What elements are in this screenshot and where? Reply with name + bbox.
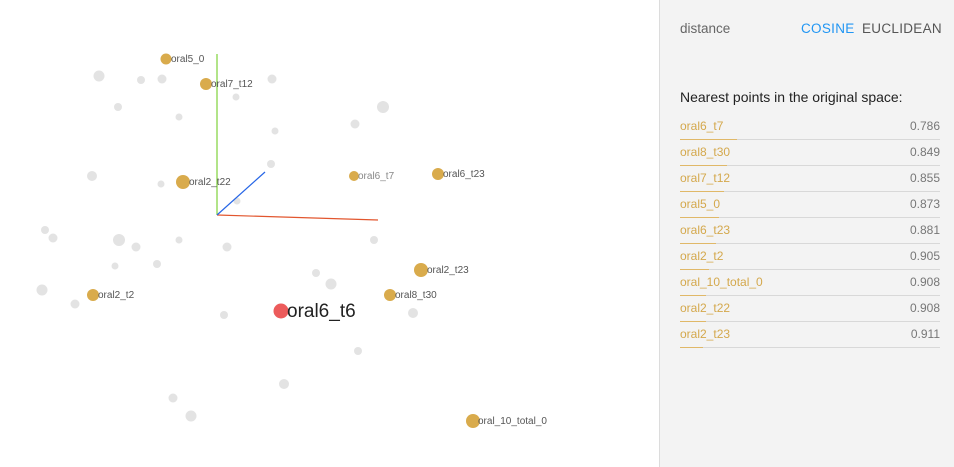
selected-point-label: oral6_t6 — [287, 301, 356, 322]
data-point[interactable] — [408, 308, 418, 318]
neighbor-name[interactable]: oral2_t2 — [680, 249, 723, 263]
data-point[interactable] — [377, 101, 389, 113]
data-point[interactable] — [48, 233, 58, 243]
point-label: oral2_t23 — [427, 265, 469, 276]
neighbor-point[interactable]: oral2_t23 — [414, 263, 469, 277]
data-point[interactable] — [131, 242, 141, 252]
data-point[interactable] — [354, 347, 362, 355]
data-point[interactable] — [114, 103, 122, 111]
neighbor-row[interactable]: oral_10_total_0 0.908 — [680, 270, 940, 296]
neighbor-name[interactable]: oral5_0 — [680, 197, 720, 211]
neighbor-row[interactable]: oral7_t12 0.855 — [680, 166, 940, 192]
distance-metric-selector: distance COSINE EUCLIDEAN — [680, 21, 942, 39]
nearest-points-title: Nearest points in the original space: — [680, 89, 903, 105]
neighbor-point[interactable]: oral6_t7 — [349, 171, 395, 182]
data-point[interactable] — [267, 160, 275, 168]
neighbor-distance: 0.911 — [910, 327, 940, 341]
data-point[interactable] — [153, 260, 161, 268]
data-point[interactable] — [93, 70, 105, 82]
data-point[interactable] — [220, 311, 228, 319]
scatter-plot-3d[interactable]: oral5_0 oral7_t12 oral2_t22 oral6_t7 ora… — [0, 0, 659, 467]
point-label: oral6_t23 — [443, 169, 485, 180]
data-point[interactable] — [370, 236, 378, 244]
point-label: oral2_t2 — [98, 290, 135, 301]
neighbor-name[interactable]: oral6_t23 — [680, 223, 730, 237]
data-point[interactable] — [271, 127, 279, 135]
point-label: oral2_t22 — [189, 177, 231, 188]
data-point[interactable] — [185, 410, 197, 422]
data-point[interactable] — [279, 379, 289, 389]
selected-point[interactable]: oral6_t6 — [273, 301, 356, 322]
data-point[interactable] — [267, 74, 277, 84]
neighbor-distance: 0.905 — [909, 249, 940, 263]
cosine-button[interactable]: COSINE — [801, 21, 855, 36]
euclidean-button[interactable]: EUCLIDEAN — [862, 21, 942, 36]
neighbor-point[interactable]: oral6_t23 — [432, 168, 485, 180]
neighbor-row[interactable]: oral2_t2 0.905 — [680, 244, 940, 270]
data-point[interactable] — [350, 119, 360, 129]
neighbor-row[interactable]: oral5_0 0.873 — [680, 192, 940, 218]
data-point[interactable] — [111, 262, 119, 270]
neighbor-name[interactable]: oral6_t7 — [680, 119, 723, 133]
neighbor-point[interactable]: oral7_t12 — [200, 78, 253, 90]
neighbor-point[interactable]: oral8_t30 — [384, 289, 437, 301]
neighbor-distance: 0.873 — [909, 197, 940, 211]
data-point[interactable] — [325, 278, 337, 290]
neighbor-distance: 0.855 — [909, 171, 940, 185]
background-points — [36, 70, 418, 422]
neighbor-row[interactable]: oral2_t22 0.908 — [680, 296, 940, 322]
distance-bar — [680, 347, 704, 348]
neighbor-row[interactable]: oral6_t7 0.786 — [680, 114, 940, 140]
neighbor-point[interactable]: oral5_0 — [160, 53, 205, 66]
data-point[interactable] — [87, 171, 97, 181]
point-label: oral6_t7 — [358, 171, 395, 182]
neighbor-name[interactable]: oral_10_total_0 — [680, 275, 763, 289]
data-point[interactable] — [70, 299, 80, 309]
neighbor-name[interactable]: oral2_t23 — [680, 327, 730, 341]
data-point[interactable] — [312, 269, 320, 277]
point-label: oral5_0 — [171, 54, 205, 65]
data-point[interactable] — [232, 93, 240, 101]
neighbor-point[interactable]: oral2_t2 — [87, 289, 135, 301]
neighbor-distance: 0.849 — [909, 145, 940, 159]
neighbor-distance: 0.908 — [909, 275, 940, 289]
neighbor-distance: 0.786 — [909, 119, 940, 133]
nearest-points-list: oral6_t7 0.786 oral8_t30 0.849 oral7_t12… — [680, 114, 940, 348]
neighbor-name[interactable]: oral2_t22 — [680, 301, 730, 315]
data-point[interactable] — [168, 393, 178, 403]
neighbor-row[interactable]: oral6_t23 0.881 — [680, 218, 940, 244]
data-point[interactable] — [157, 74, 167, 84]
point-label: oral7_t12 — [211, 79, 253, 90]
neighbor-distance: 0.908 — [909, 301, 940, 315]
neighbor-point[interactable]: oral_10_total_0 — [466, 414, 547, 428]
point-label: oral_10_total_0 — [478, 416, 547, 427]
point-label: oral8_t30 — [395, 290, 437, 301]
x-axis-line — [216, 214, 379, 221]
neighbor-row[interactable]: oral8_t30 0.849 — [680, 140, 940, 166]
data-point[interactable] — [36, 284, 48, 296]
data-point[interactable] — [113, 234, 125, 246]
data-point[interactable] — [137, 76, 145, 84]
data-point[interactable] — [41, 226, 49, 234]
inspector-panel: distance COSINE EUCLIDEAN Nearest points… — [659, 0, 954, 467]
neighbor-row[interactable]: oral2_t23 0.911 — [680, 322, 940, 348]
neighbor-point[interactable]: oral2_t22 — [176, 175, 231, 189]
neighbor-name[interactable]: oral7_t12 — [680, 171, 730, 185]
neighbor-name[interactable]: oral8_t30 — [680, 145, 730, 159]
data-point[interactable] — [175, 113, 183, 121]
neighbor-distance: 0.881 — [909, 223, 940, 237]
data-point[interactable] — [222, 242, 232, 252]
data-point[interactable] — [157, 180, 165, 188]
neighbor-points: oral5_0 oral7_t12 oral2_t22 oral6_t7 ora… — [87, 53, 547, 428]
data-point[interactable] — [175, 236, 183, 244]
distance-label: distance — [680, 21, 731, 36]
projection-viewport[interactable]: oral5_0 oral7_t12 oral2_t22 oral6_t7 ora… — [0, 0, 659, 467]
